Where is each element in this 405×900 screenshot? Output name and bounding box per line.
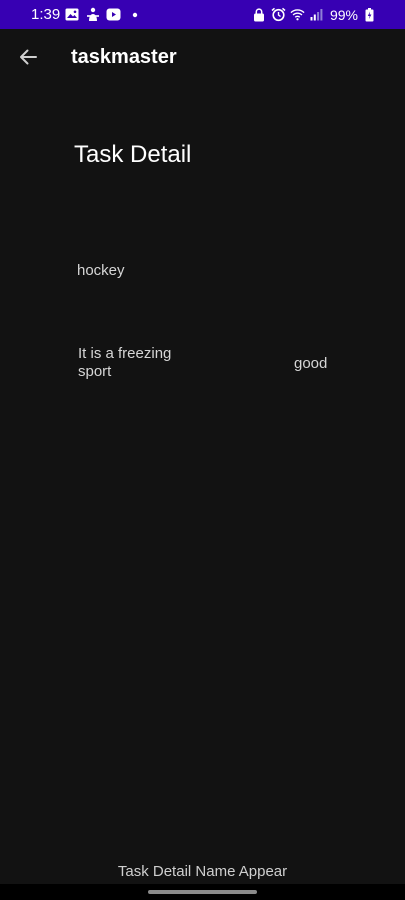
alarm-icon bbox=[271, 7, 286, 22]
gallery-icon bbox=[64, 7, 79, 22]
youtube-icon bbox=[106, 7, 121, 22]
footer-text: Task Detail Name Appear bbox=[117, 863, 288, 880]
navigation-bar bbox=[0, 884, 405, 900]
arrow-back-icon bbox=[20, 49, 37, 65]
task-title: hockey bbox=[77, 262, 125, 279]
lock-icon bbox=[252, 7, 267, 22]
dot-icon bbox=[127, 7, 142, 22]
page-heading: Task Detail bbox=[74, 141, 192, 168]
status-bar: 1:39 99% bbox=[0, 0, 405, 29]
signal-icon bbox=[309, 7, 324, 22]
app-title: taskmaster bbox=[71, 46, 177, 68]
status-system-icons: 99% bbox=[252, 6, 377, 23]
task-state: good bbox=[294, 355, 328, 372]
task-detail-screen: 1:39 99% taskmaster Task Detail hockey I… bbox=[0, 0, 405, 900]
battery-icon bbox=[362, 7, 377, 22]
status-time: 1:39 bbox=[31, 6, 61, 23]
accessibility-icon bbox=[85, 7, 100, 22]
status-notification-icons bbox=[64, 6, 142, 23]
task-body: It is a freezing sport bbox=[78, 345, 172, 380]
back-button[interactable] bbox=[14, 43, 42, 71]
app-bar: taskmaster bbox=[0, 29, 405, 85]
battery-percentage: 99% bbox=[329, 6, 358, 23]
gesture-handle[interactable] bbox=[148, 890, 257, 894]
wifi-icon bbox=[290, 7, 305, 22]
